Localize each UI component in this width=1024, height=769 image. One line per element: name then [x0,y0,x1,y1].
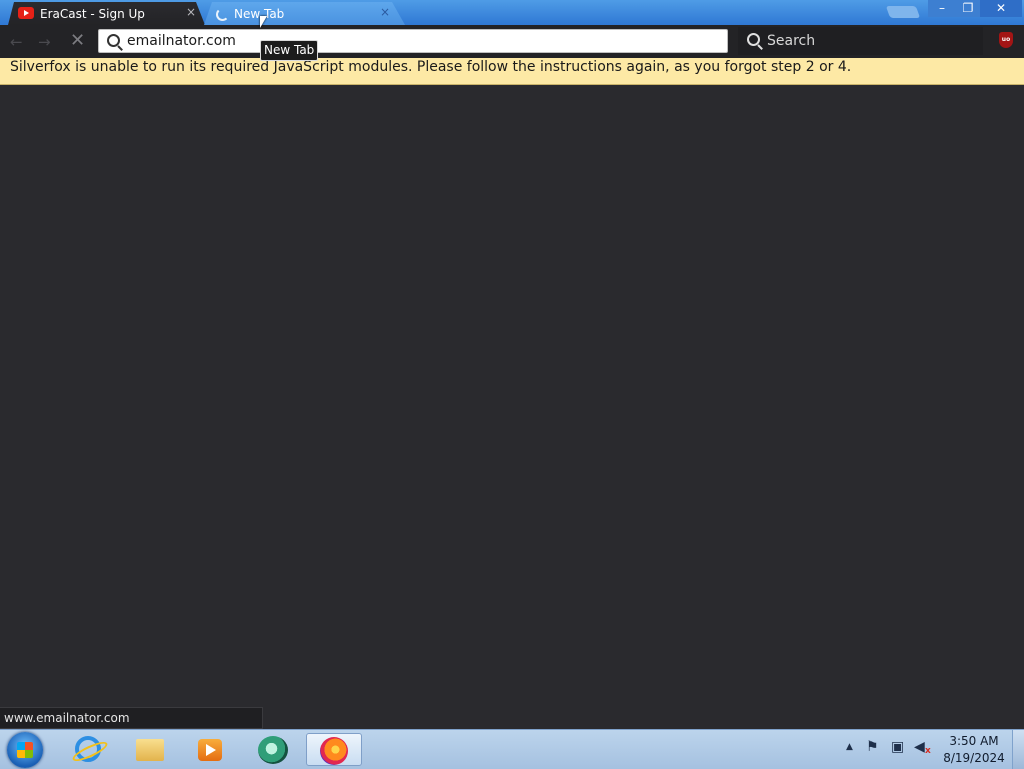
stop-button[interactable]: ✕ [70,30,85,51]
volume-icon[interactable]: ◀ [914,739,925,755]
mouse-cursor-icon [260,16,267,28]
tab-strip: EraCast - Sign Up × New Tab × – ❐ ✕ [0,0,1024,25]
ublock-extension-icon[interactable]: uo [999,32,1013,48]
ie-icon [75,736,101,762]
taskbar: ▲ ⚑ ▣ ◀ x 3:50 AM 8/19/2024 [0,729,1024,769]
search-bar[interactable]: Search [738,27,983,55]
new-tab-button[interactable] [885,6,921,18]
page-content[interactable] [0,85,1024,707]
tray-expand-icon[interactable]: ▲ [846,742,853,752]
taskbar-app-green-app[interactable] [244,733,300,766]
nav-bar: ← → ✕ emailnator.com Search uo [0,25,1024,58]
close-icon[interactable]: × [380,5,390,19]
taskbar-app-internet-explorer[interactable] [60,733,116,766]
taskbar-app-file-explorer[interactable] [121,733,177,766]
taskbar-app-media-player[interactable] [182,733,238,766]
firefox-icon [320,737,348,765]
tab-new-tab[interactable]: New Tab × [204,2,405,25]
media-player-icon [198,739,222,761]
tab-title: EraCast - Sign Up [40,6,145,21]
loading-spinner-icon [216,8,229,21]
close-window-button[interactable]: ✕ [980,0,1022,17]
tab-tooltip: New Tab [260,40,319,61]
green-app-icon [258,736,288,764]
clock-time[interactable]: 3:50 AM [930,734,1018,748]
start-button[interactable] [7,732,43,768]
clock-date[interactable]: 8/19/2024 [930,751,1018,765]
maximize-button[interactable]: ❐ [954,0,982,17]
tab-eracast[interactable]: EraCast - Sign Up × [8,2,205,25]
status-link-preview: www.emailnator.com [0,707,263,729]
url-bar[interactable]: emailnator.com [98,29,728,53]
search-icon [747,33,760,46]
back-button[interactable]: ← [10,33,23,51]
youtube-icon [18,7,34,19]
action-center-flag-icon[interactable]: ⚑ [866,739,879,755]
close-icon[interactable]: × [186,5,196,19]
minimize-button[interactable]: – [928,0,956,17]
url-text[interactable]: emailnator.com [127,33,236,49]
show-desktop-button[interactable] [1012,730,1024,769]
notification-bar: Silverfox is unable to run its required … [0,58,1024,85]
network-icon[interactable]: ▣ [891,739,904,755]
search-icon [107,34,120,47]
taskbar-app-firefox[interactable] [306,733,362,766]
search-placeholder[interactable]: Search [767,33,815,49]
folder-icon [136,739,164,761]
forward-button[interactable]: → [38,33,51,51]
